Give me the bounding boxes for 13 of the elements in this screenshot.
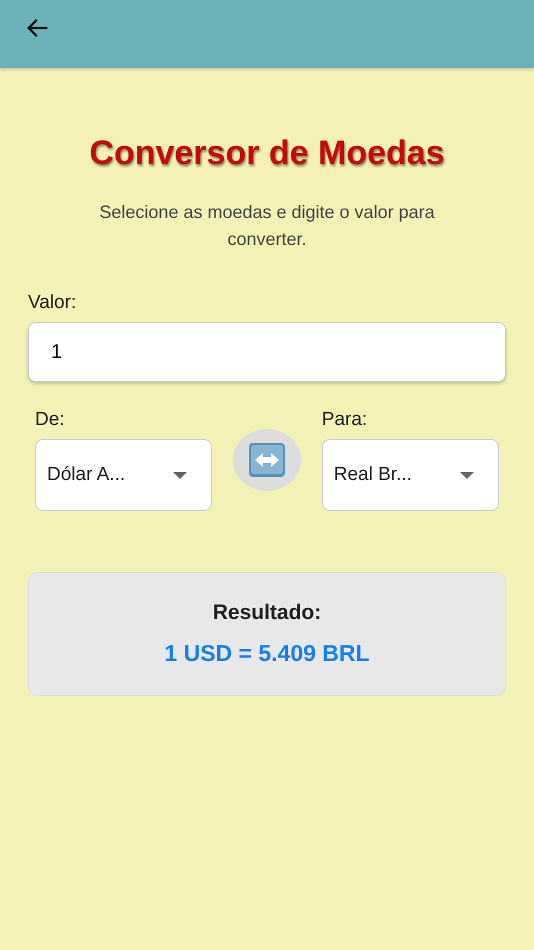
- caret-icon: [460, 472, 474, 478]
- amount-label: Valor:: [28, 292, 78, 314]
- currency-dropdown[interactable]: Real Br...: [322, 439, 499, 511]
- swap-arrows-icon: [248, 443, 286, 477]
- caret-icon: [173, 472, 188, 478]
- amount-field[interactable]: 1: [28, 322, 506, 382]
- to-label: Para:: [322, 409, 368, 431]
- page-title: Conversor de Moedas: [88, 134, 446, 173]
- currency-dropdown[interactable]: Dólar A...: [35, 439, 212, 511]
- from-label: De:: [35, 409, 66, 431]
- instructions: Selecione as moedas e digite o valor para converter.: [98, 201, 436, 251]
- result-label: Resultado:: [212, 601, 322, 625]
- result-value: 1 USD = 5.409 BRL: [164, 640, 370, 667]
